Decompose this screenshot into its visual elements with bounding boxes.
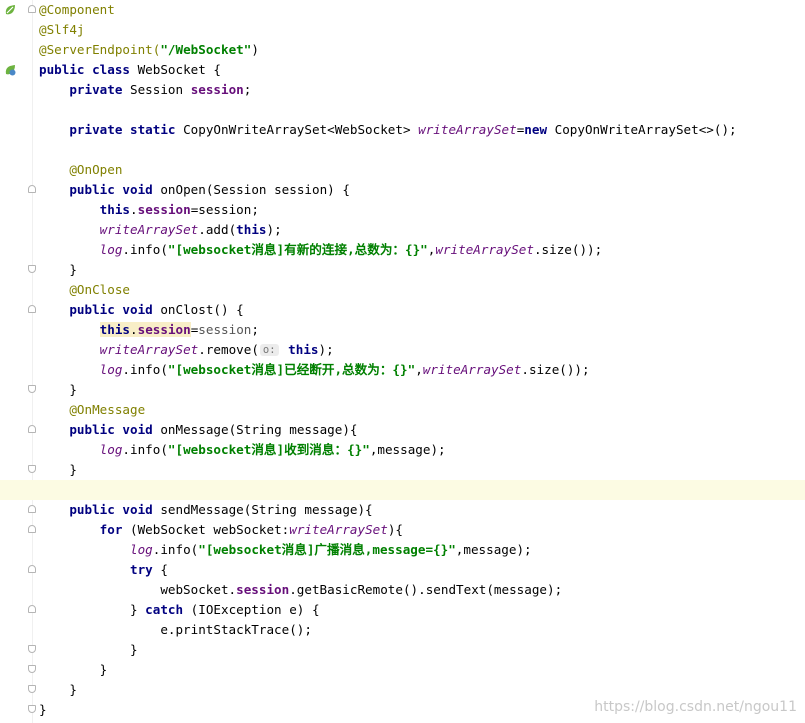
code-line[interactable]: public void onOpen(Session session) { [0,180,805,200]
line-text: @OnOpen [69,162,123,177]
code-line[interactable]: @OnClose [0,280,805,300]
code-line[interactable] [0,140,805,160]
line-text: writeArraySet.remove(o: this); [99,342,334,357]
line-text: public void onOpen(Session session) { [69,182,350,197]
code-line[interactable]: private Session session; [0,80,805,100]
code-line[interactable]: public void sendMessage(String message){ [0,500,805,520]
code-line[interactable]: log.info("[websocket消息]收到消息：{}",message)… [0,440,805,460]
spring-bean-icon[interactable] [4,4,16,16]
fold-marker[interactable] [28,465,36,473]
line-text: } [39,662,108,677]
code-line[interactable]: log.info("[websocket消息]已经断开,总数为：{}",writ… [0,360,805,380]
code-line[interactable]: } [0,680,805,700]
current-line[interactable] [0,480,805,500]
fold-marker[interactable] [28,505,36,513]
line-text: public void onMessage(String message){ [69,422,358,437]
line-text: this.session=session; [99,202,259,217]
code-line[interactable] [0,100,805,120]
line-text: } [39,642,138,657]
fold-marker[interactable] [28,385,36,393]
code-line[interactable]: } [0,660,805,680]
line-text: private Session session; [69,82,252,97]
code-line[interactable]: try { [0,560,805,580]
line-text: } [39,702,47,717]
fold-marker[interactable] [28,565,36,573]
line-text: public void onClost() { [69,302,244,317]
line-text: @Component [39,2,115,17]
fold-marker[interactable] [28,605,36,613]
line-text: private static CopyOnWriteArraySet<WebSo… [69,122,737,137]
code-line[interactable]: @Slf4j [0,20,805,40]
code-line[interactable]: log.info("[websocket消息]广播消息,message={}",… [0,540,805,560]
fold-marker[interactable] [28,425,36,433]
code-line[interactable]: public void onClost() { [0,300,805,320]
line-text: log.info("[websocket消息]有新的连接,总数为：{}",wri… [99,242,603,257]
code-line[interactable]: @OnOpen [0,160,805,180]
line-text: public class WebSocket { [39,62,221,77]
fold-marker[interactable] [28,5,36,13]
watermark: https://blog.csdn.net/ngou11 [594,699,797,715]
code-line[interactable]: webSocket.session.getBasicRemote().sendT… [0,580,805,600]
code-line[interactable]: } catch (IOException e) { [0,600,805,620]
code-editor[interactable]: @Component @Slf4j @ServerEndpoint("/WebS… [0,0,805,723]
line-text: @OnClose [69,282,131,297]
code-line[interactable]: private static CopyOnWriteArraySet<WebSo… [0,120,805,140]
line-text: e.printStackTrace(); [39,622,312,637]
code-line[interactable]: @OnMessage [0,400,805,420]
code-line[interactable]: for (WebSocket webSocket:writeArraySet){ [0,520,805,540]
fold-marker[interactable] [28,665,36,673]
line-text: } [39,262,77,277]
line-text: } [39,682,77,697]
code-line[interactable]: public class WebSocket { [0,60,805,80]
code-line[interactable]: writeArraySet.add(this); [0,220,805,240]
code-line[interactable]: @ServerEndpoint("/WebSocket") [0,40,805,60]
line-text: webSocket.session.getBasicRemote().sendT… [39,582,563,597]
code-line[interactable]: } [0,460,805,480]
code-line[interactable]: @Component [0,0,805,20]
line-text: @OnMessage [69,402,146,417]
line-text: this.session=session; [99,322,259,337]
code-line[interactable]: log.info("[websocket消息]有新的连接,总数为：{}",wri… [0,240,805,260]
line-text: @ServerEndpoint("/WebSocket") [39,42,259,57]
line-text: log.info("[websocket消息]收到消息：{}",message)… [99,442,446,457]
line-text: writeArraySet.add(this); [99,222,282,237]
spring-bean-icon[interactable] [4,64,16,76]
fold-marker[interactable] [28,525,36,533]
fold-marker[interactable] [28,265,36,273]
parameter-hint: o: [259,344,279,356]
code-line[interactable]: } [0,380,805,400]
code-line[interactable]: e.printStackTrace(); [0,620,805,640]
line-text: } [39,382,77,397]
line-text: for (WebSocket webSocket:writeArraySet){ [99,522,403,537]
fold-marker[interactable] [28,705,36,713]
code-line[interactable]: writeArraySet.remove(o: this); [0,340,805,360]
line-text: try { [130,562,168,577]
code-line[interactable]: public void onMessage(String message){ [0,420,805,440]
line-text: log.info("[websocket消息]已经断开,总数为：{}",writ… [99,362,590,377]
code-line[interactable]: this.session=session; [0,200,805,220]
fold-marker[interactable] [28,305,36,313]
fold-marker[interactable] [28,645,36,653]
line-text: log.info("[websocket消息]广播消息,message={}",… [130,542,532,557]
fold-marker[interactable] [28,685,36,693]
line-text: } [39,462,77,477]
code-line[interactable]: } [0,260,805,280]
line-text: public void sendMessage(String message){ [69,502,373,517]
code-line[interactable]: this.session=session; [0,320,805,340]
line-text: } catch (IOException e) { [39,602,320,617]
code-line[interactable]: } [0,640,805,660]
fold-marker[interactable] [28,185,36,193]
line-text: @Slf4j [39,22,85,37]
